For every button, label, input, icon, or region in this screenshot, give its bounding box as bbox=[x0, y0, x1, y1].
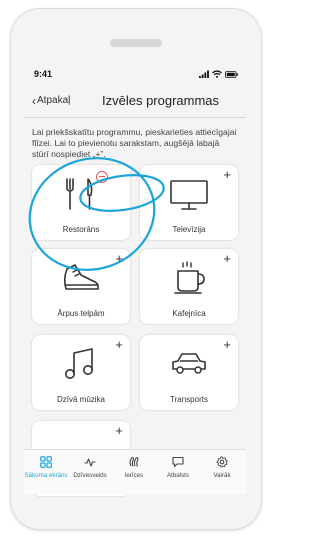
car-icon bbox=[172, 353, 206, 374]
program-tile-cafe[interactable]: + Kafejnīca bbox=[140, 249, 238, 324]
phone-speaker bbox=[110, 39, 162, 47]
status-bar: 9:41 bbox=[24, 69, 246, 81]
nav-item-support[interactable]: Atbalsts bbox=[156, 456, 200, 479]
coffee-cup-icon bbox=[174, 261, 205, 294]
add-icon[interactable]: + bbox=[223, 252, 231, 265]
wifi-icon bbox=[212, 70, 222, 78]
bottom-nav: Sākuma ekrāns Dzīvesveids Ierīces Atbals… bbox=[24, 449, 246, 494]
battery-icon bbox=[225, 70, 238, 78]
program-tile-television[interactable]: + Televīzija bbox=[140, 165, 238, 240]
nav-item-lifestyle[interactable]: Dzīvesveids bbox=[68, 456, 112, 479]
nav-item-devices[interactable]: Ierīces bbox=[112, 456, 156, 479]
add-icon[interactable]: + bbox=[115, 252, 123, 265]
chat-bubble-icon bbox=[172, 456, 184, 468]
instructions-text: Lai priekšskatītu programmu, pieskarieti… bbox=[32, 127, 237, 159]
system-icons bbox=[199, 69, 238, 79]
add-icon[interactable]: + bbox=[115, 424, 123, 437]
nav-item-home[interactable]: Sākuma ekrāns bbox=[24, 456, 68, 479]
status-time: 9:41 bbox=[34, 69, 53, 79]
signal-icon bbox=[199, 70, 209, 78]
page-header: ‹ Atpakaļ Izvēles programmas bbox=[24, 91, 246, 115]
nav-label: Ierīces bbox=[124, 472, 144, 479]
nav-label: Vairāk bbox=[213, 472, 231, 479]
tile-label: Kafejnīca bbox=[172, 309, 206, 318]
tile-label: Dzīvā mūzika bbox=[56, 395, 105, 404]
shoe-icon bbox=[63, 264, 99, 290]
tile-label: Restorāns bbox=[62, 225, 100, 234]
header-divider bbox=[24, 117, 246, 118]
back-button[interactable]: ‹ Atpakaļ bbox=[32, 93, 71, 108]
back-label: Atpakaļ bbox=[37, 95, 71, 106]
add-icon[interactable]: + bbox=[223, 168, 231, 181]
tile-label: Transports bbox=[170, 395, 208, 404]
cutlery-icon bbox=[66, 178, 93, 210]
tv-icon bbox=[170, 180, 208, 210]
program-tile-restaurant[interactable]: Restorāns bbox=[32, 165, 130, 240]
grid-icon bbox=[40, 456, 52, 468]
add-icon[interactable]: + bbox=[223, 338, 231, 351]
tile-label: Ārpus telpām bbox=[57, 309, 105, 318]
nav-item-more[interactable]: Vairāk bbox=[200, 456, 244, 479]
app-screen: 9:41 ‹ Atpakaļ Izvēles programmas Lai pr… bbox=[24, 61, 246, 517]
nav-label: Atbalsts bbox=[166, 472, 189, 479]
program-tile-outdoors[interactable]: + Ārpus telpām bbox=[32, 249, 130, 324]
add-icon[interactable]: + bbox=[115, 338, 123, 351]
activity-icon bbox=[84, 458, 96, 467]
gear-icon bbox=[216, 456, 228, 468]
program-tile-live-music[interactable]: + Dzīvā mūzika bbox=[32, 335, 130, 410]
tile-label: Televīzija bbox=[172, 225, 206, 234]
nav-label: Sākuma ekrāns bbox=[24, 472, 68, 479]
hearing-aids-icon bbox=[129, 457, 139, 467]
page-title: Izvēles programmas bbox=[102, 93, 220, 108]
nav-label: Dzīvesveids bbox=[73, 472, 107, 479]
program-tile-transport[interactable]: + Transports bbox=[140, 335, 238, 410]
chevron-left-icon: ‹ bbox=[32, 93, 36, 108]
music-note-icon bbox=[65, 348, 93, 379]
